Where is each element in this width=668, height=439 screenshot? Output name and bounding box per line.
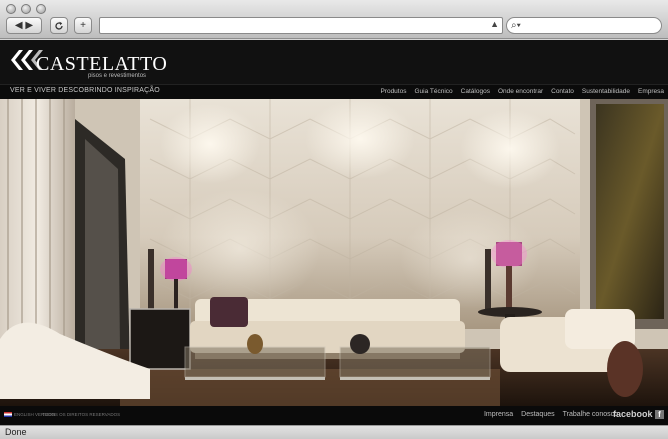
facebook-icon: f — [655, 410, 664, 419]
nav-item-sustentabilidade[interactable]: Sustentabilidade — [582, 88, 630, 95]
nav-bar: VER E VIVER DESCOBRINDO INSPIRAÇÃO Produ… — [0, 84, 668, 99]
nav-item-contato[interactable]: Contato — [551, 88, 574, 95]
site-header: CASTELATTO pisos e revestimentos — [0, 40, 668, 84]
status-bar: Done — [0, 425, 668, 439]
main-nav: Produtos Guia Técnico Catálogos Onde enc… — [380, 88, 664, 95]
search-field[interactable]: ⌕▾ — [506, 17, 662, 34]
nav-item-produtos[interactable]: Produtos — [380, 88, 406, 95]
add-bookmark-button[interactable]: + — [74, 17, 92, 34]
reload-button[interactable] — [50, 17, 68, 34]
plus-icon: + — [80, 20, 86, 31]
footer-link-destaques[interactable]: Destaques — [521, 411, 554, 418]
footer-link-imprensa[interactable]: Imprensa — [484, 411, 513, 418]
status-text: Done — [5, 427, 27, 437]
hero-image — [0, 99, 668, 406]
copyright-text: TODOS OS DIREITOS RESERVADOS — [42, 412, 121, 417]
close-window-button[interactable] — [6, 4, 16, 14]
reload-icon — [55, 21, 63, 30]
zoom-window-button[interactable] — [36, 4, 46, 14]
address-bar[interactable]: ▲ — [99, 17, 503, 34]
back-forward-button[interactable]: ◀ ▶ — [6, 17, 42, 34]
brand-subtitle: pisos e revestimentos — [88, 73, 147, 79]
minimize-window-button[interactable] — [21, 4, 31, 14]
footer-link-trabalhe-conosco[interactable]: Trabalhe conosco — [563, 411, 618, 418]
site-footer: ENGLISH VERSION TODOS OS DIREITOS RESERV… — [0, 406, 668, 425]
search-icon: ⌕▾ — [511, 20, 521, 31]
facebook-text: facebook — [612, 409, 653, 419]
english-flag-icon[interactable] — [4, 412, 12, 417]
tagline: VER E VIVER DESCOBRINDO INSPIRAÇÃO — [10, 87, 160, 94]
nav-item-empresa[interactable]: Empresa — [638, 88, 664, 95]
chevron-icon[interactable]: ▲ — [490, 19, 499, 29]
back-forward-icon: ◀ ▶ — [14, 20, 34, 31]
facebook-link[interactable]: facebook f — [613, 409, 664, 419]
living-room-photo — [0, 99, 668, 406]
website: CASTELATTO pisos e revestimentos VER E V… — [0, 40, 668, 425]
nav-item-catalogos[interactable]: Catálogos — [461, 88, 490, 95]
nav-item-guia-tecnico[interactable]: Guia Técnico — [414, 88, 452, 95]
browser-toolbar: ◀ ▶ + ▲ ⌕▾ — [0, 0, 668, 39]
nav-item-onde-encontrar[interactable]: Onde encontrar — [498, 88, 543, 95]
footer-links: Imprensa Destaques Trabalhe conosco — [484, 411, 618, 418]
